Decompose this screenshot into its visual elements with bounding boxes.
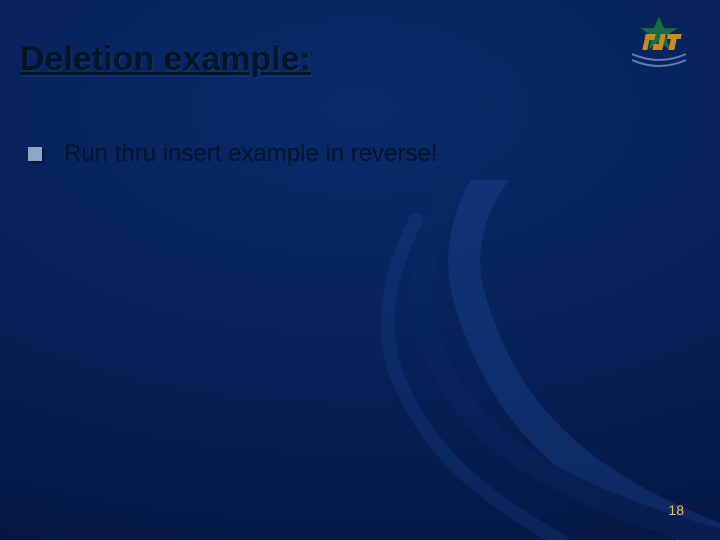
slide-title: Deletion example: bbox=[20, 40, 311, 79]
swoosh-graphic-icon bbox=[0, 180, 720, 540]
bullet-item: Run thru insert example in reverse! bbox=[28, 140, 438, 168]
slide: Deletion example: Run thru insert exampl… bbox=[0, 0, 720, 540]
unt-logo-icon bbox=[626, 14, 692, 70]
bullet-text: Run thru insert example in reverse! bbox=[64, 140, 438, 168]
bullet-square-icon bbox=[28, 147, 42, 161]
page-number: 18 bbox=[668, 502, 684, 518]
